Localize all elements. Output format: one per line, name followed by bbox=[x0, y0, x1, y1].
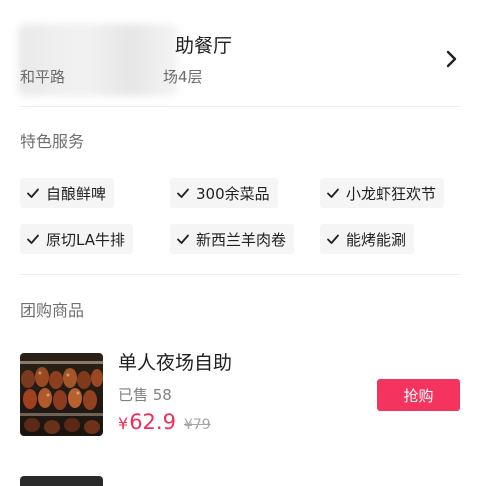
address-street: 和平路 bbox=[20, 68, 66, 86]
product-sold-count: 已售 58 bbox=[118, 386, 172, 404]
store-address: 和平路 场4层 bbox=[20, 66, 203, 88]
feature-tag: 原切LA牛排 bbox=[20, 224, 133, 254]
divider bbox=[20, 106, 460, 107]
check-icon bbox=[326, 186, 340, 200]
currency-symbol: ¥ bbox=[118, 414, 129, 433]
feature-tag: 能烤能涮 bbox=[320, 224, 415, 254]
address-floor: 场4层 bbox=[163, 68, 203, 86]
divider bbox=[20, 274, 460, 275]
check-icon bbox=[176, 232, 190, 246]
check-icon bbox=[176, 186, 190, 200]
feature-tag: 自酿鲜啤 bbox=[20, 178, 115, 208]
price-amount: 62.9 bbox=[129, 410, 176, 434]
group-buy-title: 团购商品 bbox=[20, 301, 85, 320]
feature-tag-label: 能烤能涮 bbox=[346, 230, 407, 249]
feature-tag-label: 新西兰羊肉卷 bbox=[196, 230, 287, 249]
features-title: 特色服务 bbox=[20, 132, 85, 151]
check-icon bbox=[26, 186, 40, 200]
feature-tag: 新西兰羊肉卷 bbox=[170, 224, 295, 254]
feature-tag-label: 原切LA牛排 bbox=[46, 230, 125, 249]
original-price: ¥79 bbox=[183, 417, 211, 433]
check-icon bbox=[26, 232, 40, 246]
product-title[interactable]: 单人夜场自助 bbox=[118, 350, 232, 376]
product-thumbnail[interactable] bbox=[20, 353, 103, 436]
check-icon bbox=[326, 232, 340, 246]
feature-tag-label: 300余菜品 bbox=[196, 184, 270, 203]
product-price: ¥ 62.9 ¥79 bbox=[118, 410, 211, 434]
feature-tag: 小龙虾狂欢节 bbox=[320, 178, 445, 208]
feature-tag-label: 自酿鲜啤 bbox=[46, 184, 107, 203]
buy-button[interactable]: 抢购 bbox=[377, 379, 460, 411]
feature-tag-label: 小龙虾狂欢节 bbox=[346, 184, 437, 203]
chevron-right-icon[interactable] bbox=[441, 46, 463, 72]
next-product-thumbnail[interactable] bbox=[20, 476, 103, 486]
store-name: 助餐厅 bbox=[175, 35, 233, 57]
feature-tag: 300余菜品 bbox=[170, 178, 278, 208]
